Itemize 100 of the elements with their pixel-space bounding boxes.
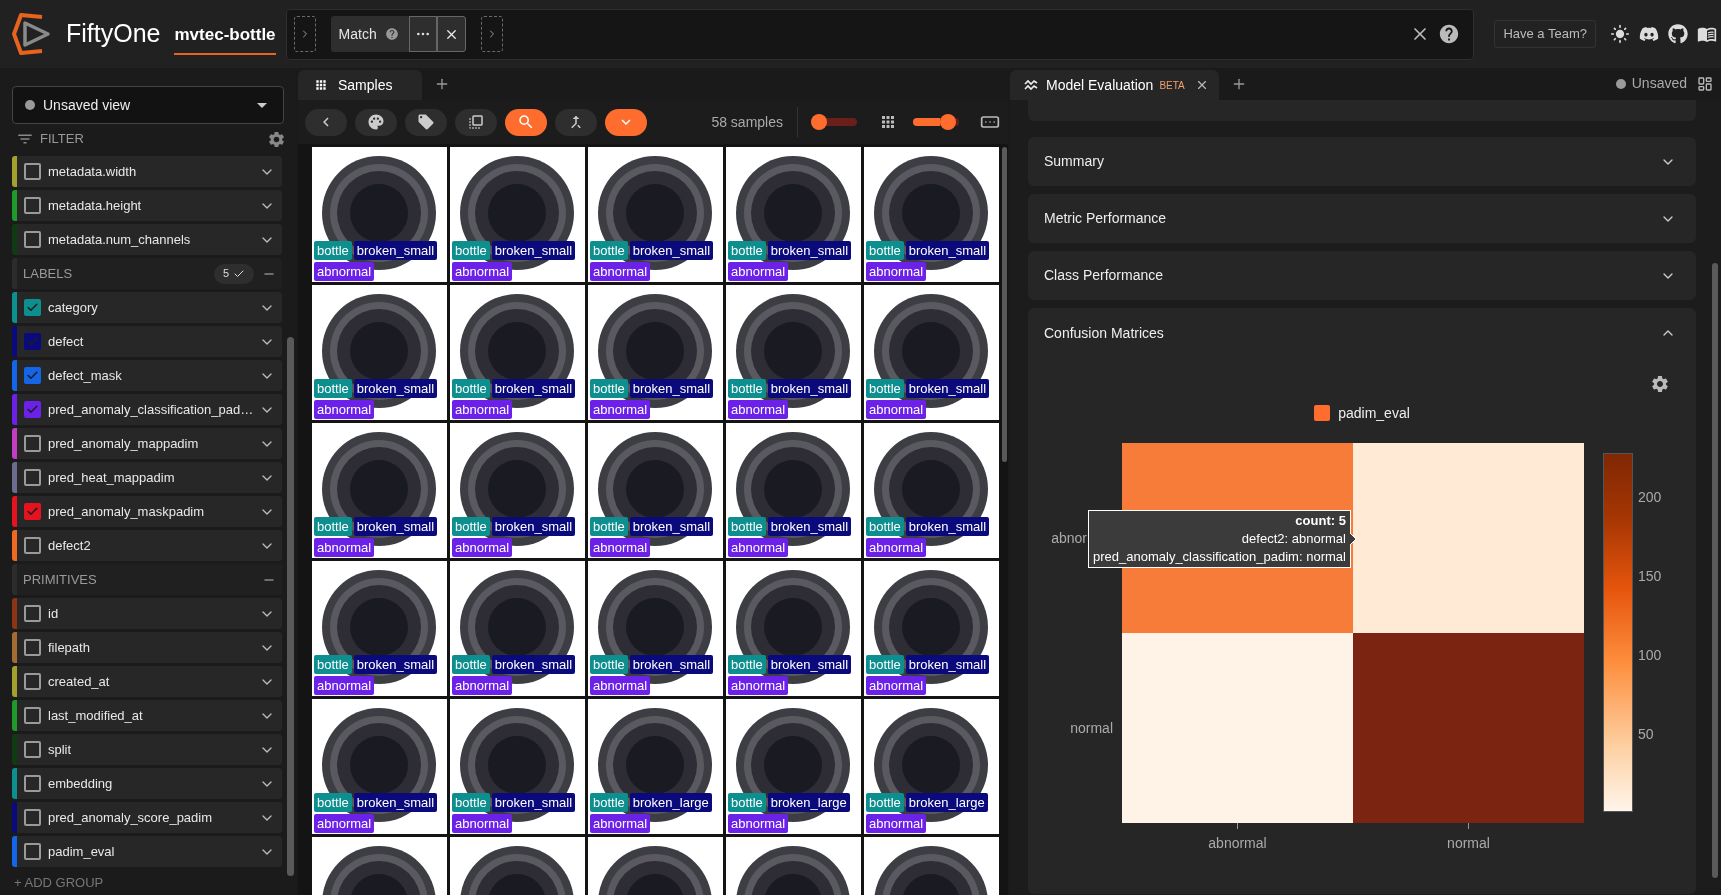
label-tag: abnormal bbox=[866, 676, 927, 695]
axis-label: normal bbox=[1070, 718, 1113, 738]
label-tag: bottle bbox=[452, 793, 490, 812]
beta-label: BETA bbox=[1159, 78, 1185, 93]
field-label: metadata.width bbox=[48, 162, 137, 181]
label-tag: bottle bbox=[314, 517, 352, 536]
label-tag: abnormal bbox=[728, 262, 789, 281]
label-tag: broken_large bbox=[767, 793, 850, 812]
label-tag: abnormal bbox=[314, 676, 375, 695]
label-tag: abnormal bbox=[314, 814, 375, 833]
field-label: defect bbox=[48, 332, 84, 351]
field-label: embedding bbox=[48, 774, 113, 793]
label-tag: abnormal bbox=[590, 676, 651, 695]
label-tag: broken_small bbox=[629, 517, 714, 536]
label-tag: bottle bbox=[452, 517, 490, 536]
colorbar-tick-label: 150 bbox=[1638, 568, 1662, 584]
field-label: defect2 bbox=[48, 536, 91, 555]
field-label: pred_anomaly_maskpadim bbox=[48, 502, 205, 521]
label-tag: broken_small bbox=[905, 379, 990, 398]
tooltip-line: pred_anomaly_classification_padim: normal bbox=[1093, 548, 1346, 566]
label-tag: broken_large bbox=[629, 793, 712, 812]
field-label: pred_anomaly_mappadim bbox=[48, 434, 199, 453]
label-tag: bottle bbox=[452, 379, 490, 398]
label-tag: bottle bbox=[314, 241, 352, 260]
label-tag: broken_small bbox=[767, 517, 852, 536]
label-tag: broken_small bbox=[767, 241, 852, 260]
view-name: Unsaved view bbox=[43, 95, 131, 115]
label-tag: bottle bbox=[590, 379, 628, 398]
label-tag: broken_small bbox=[767, 379, 852, 398]
label-tag: abnormal bbox=[452, 814, 513, 833]
label-tag: broken_small bbox=[629, 241, 714, 260]
label-tag: broken_small bbox=[629, 379, 714, 398]
legend-label: padim_eval bbox=[1338, 403, 1410, 423]
label-tag: abnormal bbox=[866, 400, 927, 419]
label-tag: abnormal bbox=[452, 262, 513, 281]
axis-label: abnormal bbox=[1208, 834, 1267, 853]
label-tag: abnormal bbox=[866, 538, 927, 557]
label-tag: broken_small bbox=[767, 655, 852, 674]
label-tag: broken_small bbox=[905, 517, 990, 536]
label-tag: abnormal bbox=[728, 538, 789, 557]
label-tag: abnormal bbox=[590, 814, 651, 833]
axis-label: normal bbox=[1447, 834, 1490, 853]
label-tag: abnormal bbox=[728, 400, 789, 419]
label-tag: bottle bbox=[314, 379, 352, 398]
group-title: LABELS bbox=[23, 264, 73, 283]
field-label: metadata.height bbox=[48, 196, 142, 215]
label-tag: bottle bbox=[314, 655, 352, 674]
field-label: metadata.num_channels bbox=[48, 230, 191, 249]
label-tag: abnormal bbox=[314, 538, 375, 557]
label-tag: bottle bbox=[728, 793, 766, 812]
label-tag: bottle bbox=[866, 793, 904, 812]
label-tag: broken_small bbox=[491, 793, 576, 812]
field-label: pred_anomaly_classification_pad… bbox=[48, 400, 254, 419]
label-tag: broken_small bbox=[353, 241, 438, 260]
tooltip-title: count: 5 bbox=[1295, 512, 1346, 530]
label-tag: bottle bbox=[866, 379, 904, 398]
label-tag: abnormal bbox=[590, 538, 651, 557]
label-tag: bottle bbox=[590, 517, 628, 536]
label-tag: broken_small bbox=[629, 655, 714, 674]
label-tag: bottle bbox=[452, 655, 490, 674]
app-title: FiftyOne bbox=[66, 18, 161, 50]
field-label: id bbox=[48, 604, 59, 623]
label-tag: broken_small bbox=[353, 379, 438, 398]
label-tag: broken_small bbox=[905, 655, 990, 674]
label-tag: abnormal bbox=[314, 400, 375, 419]
colorbar-tick-label: 200 bbox=[1638, 489, 1662, 505]
label-tag: abnormal bbox=[590, 400, 651, 419]
field-label: category bbox=[48, 298, 98, 317]
save-status: Unsaved bbox=[1631, 74, 1687, 93]
sample-count: 58 samples bbox=[711, 112, 783, 132]
field-label: filepath bbox=[48, 638, 90, 657]
label-tag: bottle bbox=[452, 241, 490, 260]
label-tag: abnormal bbox=[452, 538, 513, 557]
field-label: split bbox=[48, 740, 72, 759]
label-tag: broken_small bbox=[353, 517, 438, 536]
label-tag: bottle bbox=[866, 241, 904, 260]
field-label: pred_heat_mappadim bbox=[48, 468, 175, 487]
field-label: padim_eval bbox=[48, 842, 115, 861]
label-tag: bottle bbox=[866, 655, 904, 674]
label-tag: bottle bbox=[590, 241, 628, 260]
label-tag: broken_small bbox=[353, 793, 438, 812]
colorbar-tick-label: 100 bbox=[1638, 647, 1662, 663]
label-tag: broken_large bbox=[905, 793, 988, 812]
label-tag: bottle bbox=[728, 655, 766, 674]
field-label: created_at bbox=[48, 672, 110, 691]
axis-label: abnor bbox=[1051, 528, 1087, 548]
label-tag: abnormal bbox=[866, 814, 927, 833]
label-tag: bottle bbox=[728, 241, 766, 260]
label-tag: broken_small bbox=[491, 241, 576, 260]
label-tag: broken_small bbox=[905, 241, 990, 260]
label-tag: bottle bbox=[728, 517, 766, 536]
colorbar-tick-label: 50 bbox=[1638, 726, 1655, 742]
label-tag: abnormal bbox=[452, 676, 513, 695]
label-tag: abnormal bbox=[728, 814, 789, 833]
tooltip-line: defect2: abnormal bbox=[1241, 530, 1346, 548]
field-label: pred_anomaly_score_padim bbox=[48, 808, 213, 827]
label-tag: bottle bbox=[866, 517, 904, 536]
label-tag: abnormal bbox=[728, 676, 789, 695]
label-tag: broken_small bbox=[491, 379, 576, 398]
label-tag: bottle bbox=[314, 793, 352, 812]
